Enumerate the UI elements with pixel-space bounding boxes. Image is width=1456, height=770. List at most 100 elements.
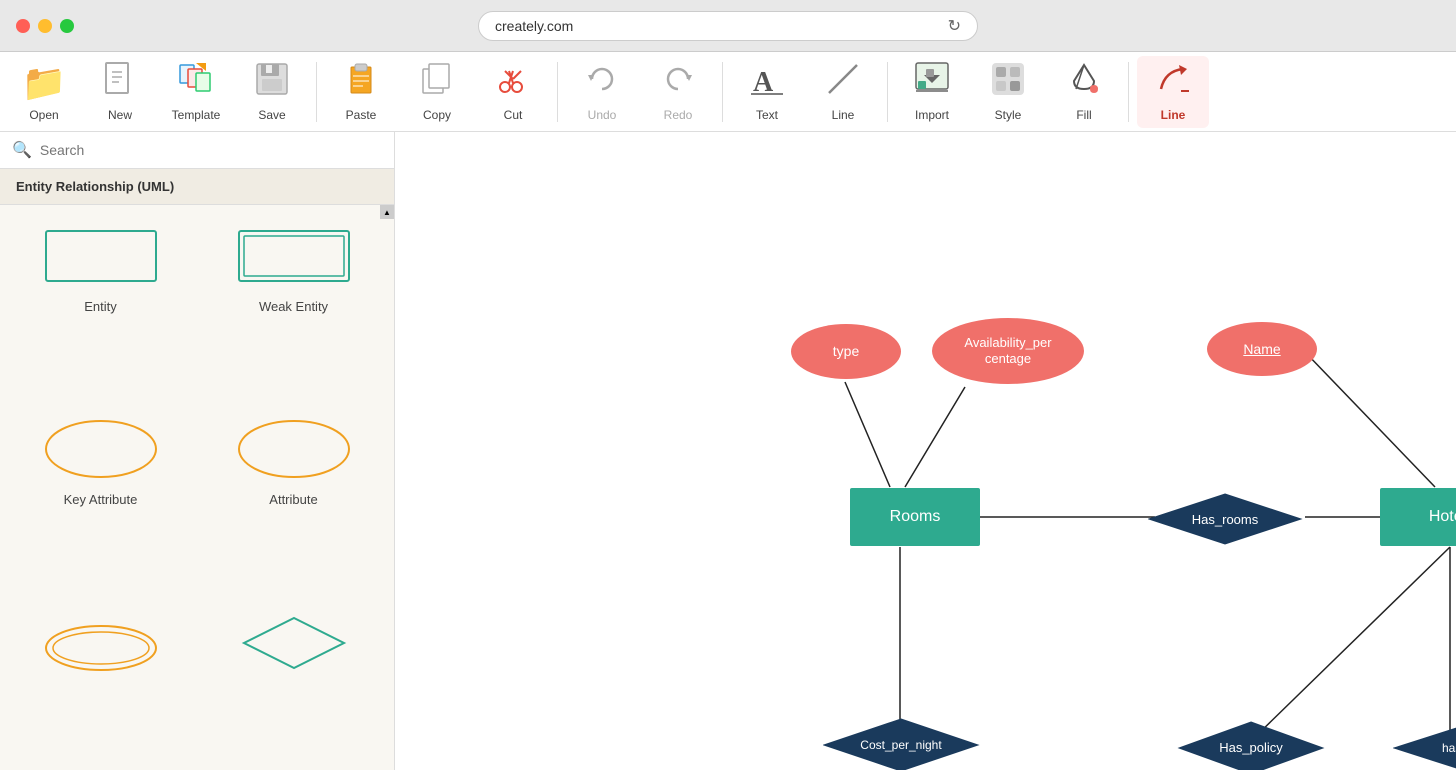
paste-label: Paste bbox=[346, 108, 377, 122]
svg-text:has-facilities: has-facilities bbox=[1442, 741, 1456, 755]
rooms-label: Rooms bbox=[890, 508, 941, 526]
folder-icon: 📁 bbox=[22, 62, 67, 104]
fill-button[interactable]: Fill bbox=[1048, 56, 1120, 128]
url-text: creately.com bbox=[495, 18, 573, 34]
key-attribute-label: Key Attribute bbox=[64, 492, 138, 507]
cut-label: Cut bbox=[504, 108, 523, 122]
fill-icon bbox=[1066, 61, 1102, 104]
relationship-has-rooms[interactable]: Has_rooms bbox=[1148, 492, 1303, 551]
text-label: Text bbox=[756, 108, 778, 122]
copy-icon bbox=[419, 61, 455, 104]
key-attribute-visual bbox=[41, 414, 161, 484]
style-label: Style bbox=[995, 108, 1022, 122]
entity-label: Entity bbox=[84, 299, 117, 314]
attribute-type[interactable]: type bbox=[791, 324, 901, 379]
separator-2 bbox=[557, 62, 558, 122]
paste-button[interactable]: Paste bbox=[325, 56, 397, 128]
extra-shape-1[interactable] bbox=[16, 608, 185, 754]
relationship-cost-per-night[interactable]: Cost_per_night bbox=[823, 717, 980, 770]
weak-entity-visual bbox=[234, 221, 354, 291]
svg-text:A: A bbox=[753, 67, 774, 97]
close-button[interactable] bbox=[16, 19, 30, 33]
undo-icon bbox=[584, 61, 620, 104]
weak-entity-shape[interactable]: Weak Entity bbox=[209, 221, 378, 390]
availability-label: Availability_percentage bbox=[964, 335, 1051, 366]
scissors-icon bbox=[495, 61, 531, 104]
cut-button[interactable]: Cut bbox=[477, 56, 549, 128]
sidebar: 🔍 Entity Relationship (UML) ▲ Entity bbox=[0, 132, 395, 770]
line-label: Line bbox=[832, 108, 855, 122]
copy-label: Copy bbox=[423, 108, 451, 122]
canvas[interactable]: type Availability_percentage Name Rating… bbox=[395, 132, 1456, 770]
new-icon bbox=[102, 61, 138, 104]
style-button[interactable]: Style bbox=[972, 56, 1044, 128]
relationship-has-policy[interactable]: Has_policy bbox=[1177, 720, 1325, 770]
save-icon bbox=[254, 61, 290, 104]
shapes-grid: Entity Weak Entity Key bbox=[0, 205, 394, 770]
search-input[interactable] bbox=[40, 142, 382, 158]
separator-1 bbox=[316, 62, 317, 122]
text-button[interactable]: A Text bbox=[731, 56, 803, 128]
template-label: Template bbox=[172, 108, 221, 122]
attribute-availability[interactable]: Availability_percentage bbox=[932, 318, 1084, 384]
line-active-label: Line bbox=[1161, 108, 1186, 122]
import-label: Import bbox=[915, 108, 949, 122]
undo-label: Undo bbox=[588, 108, 617, 122]
key-attribute-shape[interactable]: Key Attribute bbox=[16, 414, 185, 583]
new-label: New bbox=[108, 108, 132, 122]
relationship-has-facilities[interactable]: has-facilities bbox=[1393, 720, 1456, 770]
style-icon bbox=[990, 61, 1026, 104]
separator-4 bbox=[887, 62, 888, 122]
fill-label: Fill bbox=[1076, 108, 1091, 122]
separator-3 bbox=[722, 62, 723, 122]
entity-rooms[interactable]: Rooms bbox=[850, 488, 980, 546]
minimize-button[interactable] bbox=[38, 19, 52, 33]
title-bar: creately.com ↻ bbox=[0, 0, 1456, 52]
window-controls bbox=[16, 19, 74, 33]
entity-shape[interactable]: Entity bbox=[16, 221, 185, 390]
import-button[interactable]: Import bbox=[896, 56, 968, 128]
line-active-button[interactable]: Line bbox=[1137, 56, 1209, 128]
undo-button[interactable]: Undo bbox=[566, 56, 638, 128]
refresh-button[interactable]: ↻ bbox=[948, 16, 961, 36]
url-bar[interactable]: creately.com ↻ bbox=[478, 11, 978, 41]
attribute-label: Attribute bbox=[269, 492, 317, 507]
diagram-svg bbox=[395, 132, 1456, 770]
toolbar: 📁 Open New Template bbox=[0, 52, 1456, 132]
extra-shape-1-visual bbox=[41, 608, 161, 678]
search-bar: 🔍 bbox=[0, 132, 394, 169]
line-button[interactable]: Line bbox=[807, 56, 879, 128]
svg-text:Has_policy: Has_policy bbox=[1219, 740, 1283, 755]
search-icon: 🔍 bbox=[12, 140, 32, 160]
extra-shape-2[interactable] bbox=[209, 608, 378, 754]
save-label: Save bbox=[258, 108, 285, 122]
copy-button[interactable]: Copy bbox=[401, 56, 473, 128]
extra-shape-2-visual bbox=[234, 608, 354, 678]
section-title: Entity Relationship (UML) bbox=[0, 169, 394, 205]
line-active-icon bbox=[1155, 61, 1191, 104]
template-button[interactable]: Template bbox=[160, 56, 232, 128]
open-button[interactable]: 📁 Open bbox=[8, 56, 80, 128]
save-button[interactable]: Save bbox=[236, 56, 308, 128]
new-button[interactable]: New bbox=[84, 56, 156, 128]
entity-visual bbox=[41, 221, 161, 291]
attribute-shape[interactable]: Attribute bbox=[209, 414, 378, 583]
paste-icon bbox=[343, 61, 379, 104]
attribute-visual bbox=[234, 414, 354, 484]
entity-hotel[interactable]: Hotel bbox=[1380, 488, 1456, 546]
import-icon bbox=[914, 61, 950, 104]
open-label: Open bbox=[29, 108, 58, 122]
attribute-name[interactable]: Name bbox=[1207, 322, 1317, 376]
redo-label: Redo bbox=[664, 108, 693, 122]
main-content: 🔍 Entity Relationship (UML) ▲ Entity bbox=[0, 132, 1456, 770]
redo-button[interactable]: Redo bbox=[642, 56, 714, 128]
name-label: Name bbox=[1243, 341, 1280, 358]
hotel-label: Hotel bbox=[1429, 508, 1456, 526]
scroll-up-button[interactable]: ▲ bbox=[380, 205, 394, 219]
svg-text:Cost_per_night: Cost_per_night bbox=[860, 738, 942, 752]
maximize-button[interactable] bbox=[60, 19, 74, 33]
weak-entity-label: Weak Entity bbox=[259, 299, 328, 314]
text-icon: A bbox=[749, 61, 785, 104]
type-label: type bbox=[833, 343, 859, 360]
line-icon bbox=[825, 61, 861, 104]
